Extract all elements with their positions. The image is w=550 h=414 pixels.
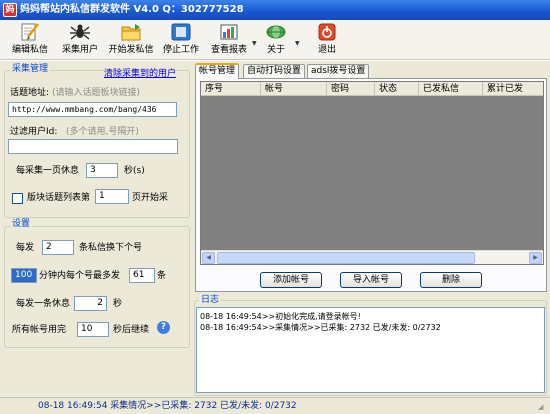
start-page-suffix: 页开始采 [132,193,169,203]
minutes-label: 分钟内每个号最多发 [39,271,121,281]
page-rest-input[interactable]: 3 [86,163,118,178]
topic-url-label: 话题地址: [10,88,50,98]
exit-button[interactable]: 退出 [309,21,345,59]
column-password[interactable]: 密码 [327,82,375,96]
all-used-input[interactable]: 10 [77,322,109,337]
add-account-button[interactable]: 添加帐号 [260,272,322,288]
per-send-suffix: 条私信换下个号 [79,243,143,253]
column-total-sent[interactable]: 累计已发 [483,82,543,96]
about-dropdown-arrow-icon[interactable]: ▼ [295,40,300,47]
rest-unit: 秒 [113,299,123,309]
minutes-input[interactable]: 100 [11,268,37,283]
filter-user-id-hint: (多个请用,号隔开) [66,127,139,137]
accounts-table[interactable]: 序号 帐号 密码 状态 已发私信 累计已发 ◀ ▶ [200,81,544,265]
collect-users-button[interactable]: 采集用户 [58,21,102,59]
view-report-button[interactable]: 查看报表 [207,21,251,59]
start-sending-label: 开始发私信 [108,45,154,55]
about-button[interactable]: 关于 [259,21,293,59]
per-send-input[interactable]: 2 [42,240,74,255]
accounts-table-header: 序号 帐号 密码 状态 已发私信 累计已发 [201,82,543,96]
scroll-left-icon[interactable]: ◀ [202,252,215,264]
page-rest-unit: 秒(s) [124,166,145,176]
resize-grip-icon[interactable]: ◢ [538,403,548,413]
window-title: 妈妈帮站内私信群发软件 V4.0 Q：302777528 [20,4,244,15]
tab-account-management[interactable]: 帐号管理 [195,63,240,79]
horizontal-scrollbar[interactable]: ◀ ▶ [201,250,543,264]
settings-group-title: 设置 [10,219,33,230]
import-accounts-button[interactable]: 导入帐号 [340,272,402,288]
topic-url-hint: (请输入话题板块链接) [52,88,141,98]
topic-url-input[interactable]: http://www.mmbang.com/bang/436 [8,102,177,117]
edit-icon [19,22,41,42]
rest-input[interactable]: 2 [74,296,107,311]
stop-work-button[interactable]: 停止工作 [160,21,202,59]
about-label: 关于 [266,45,285,55]
about-icon [265,22,287,42]
exit-icon [316,22,338,42]
stop-work-label: 停止工作 [162,45,199,55]
max-per-account-unit: 条 [157,271,167,281]
status-bar: 08-18 16:49:54 采集情况>>已采集: 2732 已发/未发: 0/… [0,397,550,414]
start-page-label: 版块话题列表第 [27,193,91,203]
folder-icon [120,22,142,42]
max-per-account-input[interactable]: 61 [129,268,155,283]
tab-adsl-dial[interactable]: adsl拨号设置 [307,64,370,78]
clear-collected-users-link[interactable]: 清除采集到的用户 [104,66,176,79]
tab-auto-captcha[interactable]: 自动打码设置 [243,64,306,78]
per-send-label: 每发 [16,243,35,253]
column-status[interactable]: 状态 [375,82,419,96]
log-box[interactable]: 08-18 16:49:54>>初始化完成,请登录帐号! 08-18 16:49… [196,307,545,393]
title-bar[interactable]: 妈 妈妈帮站内私信群发软件 V4.0 Q：302777528 [0,0,550,20]
edit-message-button[interactable]: 编辑私信 [6,21,54,59]
column-index[interactable]: 序号 [201,82,261,96]
collect-users-label: 采集用户 [61,45,98,55]
scroll-right-icon[interactable]: ▶ [529,252,542,264]
toolbar: 编辑私信 采集用户 开始发私信 停止工作 查看报表 ▼ 关于 ▼ 退出 [0,20,550,60]
collect-group-title: 采集管理 [10,64,51,75]
edit-message-label: 编辑私信 [11,45,48,55]
filter-user-id-label: 过滤用户Id: [10,127,58,137]
help-icon[interactable]: ? [157,321,170,334]
spider-icon [69,22,91,42]
filter-user-id-input[interactable] [8,139,178,154]
delete-account-button[interactable]: 删除 [420,272,482,288]
rest-label: 每发一条休息 [16,299,71,309]
stop-icon [170,22,192,42]
log-line: 08-18 16:49:54>>采集情况>>已采集: 2732 已发/未发: 0… [200,323,441,332]
status-text: 08-18 16:49:54 采集情况>>已采集: 2732 已发/未发: 0/… [38,401,297,411]
view-report-label: 查看报表 [210,45,247,55]
report-dropdown-arrow-icon[interactable]: ▼ [252,40,257,47]
column-sent[interactable]: 已发私信 [419,82,483,96]
all-used-suffix: 秒后继续 [113,325,150,335]
start-sending-button[interactable]: 开始发私信 [105,21,157,59]
scroll-thumb[interactable] [217,252,475,264]
app-icon: 妈 [3,3,17,17]
start-page-checkbox[interactable] [12,193,23,204]
page-rest-label: 每采集一页休息 [16,166,80,176]
start-page-input[interactable]: 1 [95,189,129,204]
exit-label: 退出 [317,45,336,55]
report-icon [218,22,240,42]
all-used-label: 所有帐号用完 [12,325,67,335]
log-title: 日志 [199,295,222,306]
log-line: 08-18 16:49:54>>初始化完成,请登录帐号! [200,312,361,321]
column-account[interactable]: 帐号 [261,82,327,96]
